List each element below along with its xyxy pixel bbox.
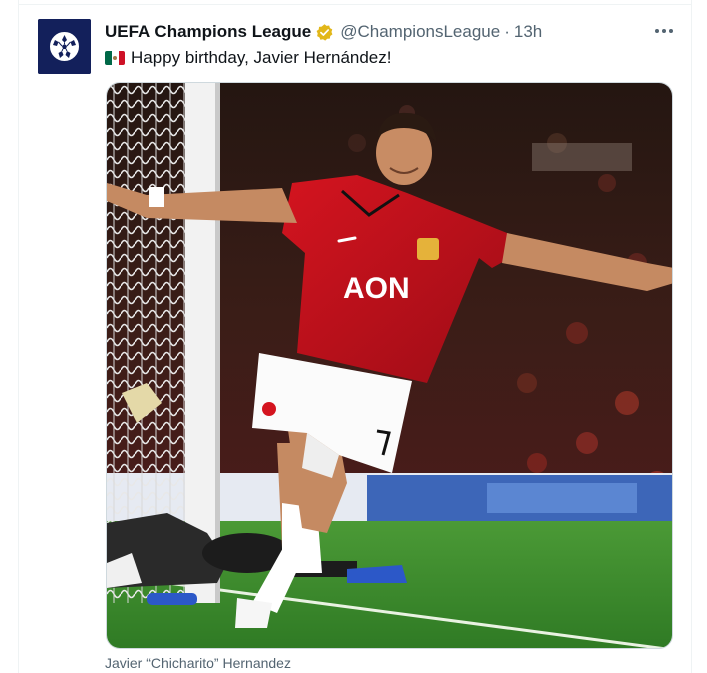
tweet-timestamp[interactable]: 13h: [514, 22, 542, 42]
avatar[interactable]: [38, 19, 91, 74]
separator-dot: ·: [504, 22, 510, 41]
tweet[interactable]: UEFA Champions League @ChampionsLeague ·…: [19, 5, 691, 673]
author-name[interactable]: UEFA Champions League: [105, 22, 311, 42]
tweet-body: Happy birthday, Javier Hernández!: [131, 48, 392, 67]
more-dot: [662, 29, 666, 33]
mexico-flag-icon: [105, 51, 125, 65]
shirt-sponsor-text: AON: [343, 272, 410, 305]
verified-badge-icon[interactable]: [315, 23, 334, 42]
media-caption: Javier “Chicharito” Hernandez: [105, 655, 291, 671]
tweet-text: Happy birthday, Javier Hernández!: [105, 46, 392, 70]
more-options-button[interactable]: [653, 21, 675, 41]
tweet-photo[interactable]: AON: [106, 82, 673, 649]
tweet-header: UEFA Champions League @ChampionsLeague ·…: [105, 20, 542, 44]
more-dot: [669, 29, 673, 33]
timeline-border-right: [691, 0, 692, 673]
author-handle[interactable]: @ChampionsLeague: [340, 22, 500, 42]
more-horizontal-icon: [655, 29, 659, 33]
champions-league-logo: [38, 19, 91, 74]
celebration-photo: AON: [107, 83, 672, 648]
